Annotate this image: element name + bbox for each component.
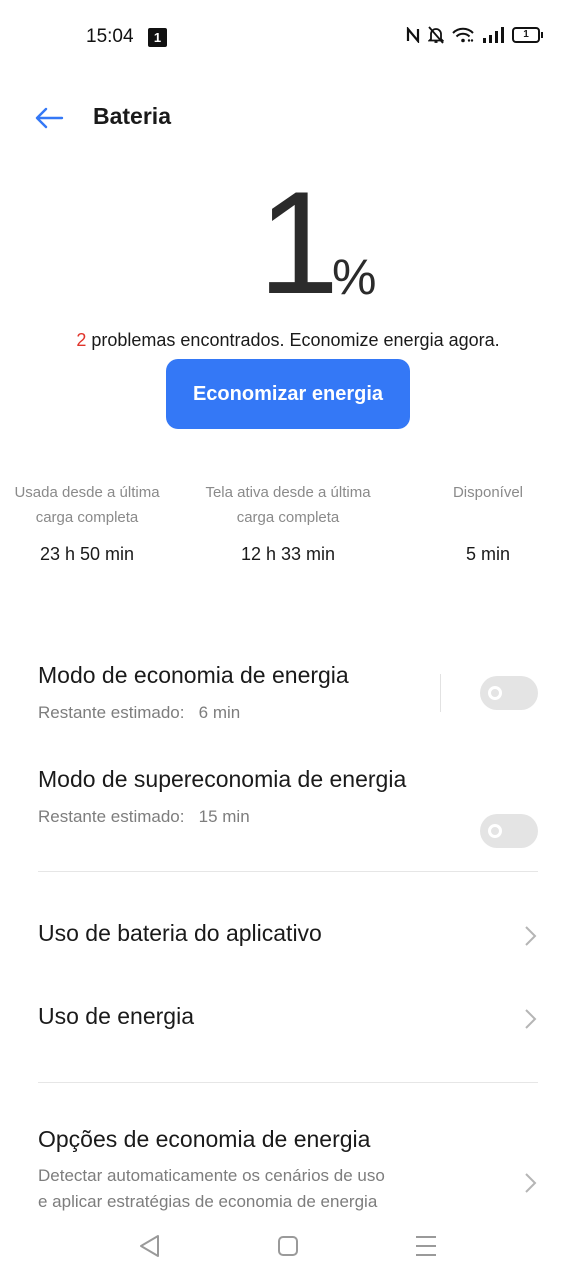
stat-label-line1: Usada desde a última bbox=[14, 484, 160, 501]
row-title: Modo de economia de energia bbox=[38, 662, 349, 688]
stat-label-line2: carga completa bbox=[35, 509, 139, 526]
menu-lines-icon[interactable] bbox=[412, 1232, 440, 1260]
stat-label: Tela ativa desde a última carga completa bbox=[193, 480, 383, 530]
stat-label: Disponível bbox=[393, 480, 576, 530]
energy-usage-row[interactable]: Uso de energia bbox=[38, 1003, 538, 1037]
row-title: Modo de supereconomia de energia bbox=[38, 766, 407, 792]
subtitle-label: Restante estimado: bbox=[38, 703, 185, 722]
stat-label-line2: carga completa bbox=[236, 509, 340, 526]
stat-label-line1: Disponível bbox=[452, 484, 524, 501]
subtitle-label: Restante estimado: bbox=[38, 807, 185, 826]
problems-message[interactable]: 2 problemas encontrados. Economize energ… bbox=[0, 330, 576, 351]
stat-label: Usada desde a última carga completa bbox=[0, 480, 182, 530]
notification-badge: 1 bbox=[148, 28, 167, 47]
battery-percent-value: 1 bbox=[258, 161, 339, 324]
bell-off-icon bbox=[428, 26, 444, 44]
chevron-right-icon bbox=[525, 1173, 537, 1193]
power-saving-options-row[interactable]: Opções de economia de energia Detectar a… bbox=[38, 1126, 508, 1214]
toggle-knob bbox=[488, 686, 502, 700]
description-line1: Detectar automaticamente os cenários de … bbox=[38, 1166, 385, 1185]
wifi-icon bbox=[452, 27, 474, 43]
power-saving-toggle[interactable] bbox=[480, 676, 538, 710]
status-icons: 1 bbox=[406, 26, 543, 44]
status-time: 15:04 bbox=[86, 26, 134, 47]
stat-label-line1: Tela ativa desde a última bbox=[205, 484, 371, 501]
stat-value: 23 h 50 min bbox=[39, 544, 135, 564]
arrow-left-icon bbox=[35, 107, 64, 129]
stat-used-since-charge: Usada desde a última carga completa 23 h… bbox=[0, 480, 182, 565]
battery-icon: 1 bbox=[512, 27, 543, 43]
signal-icon bbox=[483, 27, 504, 43]
description-line2: e aplicar estratégias de economia de ene… bbox=[38, 1192, 378, 1211]
row-title: Uso de energia bbox=[38, 1003, 194, 1029]
row-description: Detectar automaticamente os cenários de … bbox=[38, 1163, 508, 1214]
stat-label-line2 bbox=[393, 505, 576, 530]
super-power-saving-mode-row[interactable]: Modo de supereconomia de energia Restant… bbox=[38, 766, 458, 827]
stat-value: 12 h 33 min bbox=[240, 544, 336, 564]
divider bbox=[38, 871, 538, 872]
toggle-knob bbox=[488, 824, 502, 838]
problems-text: problemas encontrados. Economize energia… bbox=[86, 330, 500, 350]
save-energy-button[interactable]: Economizar energia bbox=[166, 359, 410, 429]
chevron-right-icon bbox=[525, 1009, 537, 1029]
app-battery-usage-row[interactable]: Uso de bateria do aplicativo bbox=[38, 920, 538, 954]
subtitle-value: 15 min bbox=[198, 807, 250, 826]
problems-count: 2 bbox=[76, 330, 87, 350]
stat-screen-on-since-charge: Tela ativa desde a última carga completa… bbox=[193, 480, 383, 565]
back-button[interactable] bbox=[30, 102, 70, 134]
home-square-icon[interactable] bbox=[274, 1232, 302, 1260]
divider bbox=[38, 1082, 538, 1083]
stat-available: Disponível 5 min bbox=[393, 480, 576, 565]
stat-value: 5 min bbox=[465, 544, 510, 564]
row-subtitle: Restante estimado: 6 min bbox=[38, 703, 438, 723]
battery-percent-sign: % bbox=[332, 249, 377, 305]
row-subtitle: Restante estimado: 15 min bbox=[38, 807, 458, 827]
subtitle-value: 6 min bbox=[198, 703, 241, 722]
super-power-saving-toggle[interactable] bbox=[480, 814, 538, 848]
row-title: Uso de bateria do aplicativo bbox=[38, 920, 322, 946]
power-saving-mode-row[interactable]: Modo de economia de energia Restante est… bbox=[38, 662, 438, 723]
nfc-icon bbox=[406, 27, 420, 43]
page-title: Bateria bbox=[93, 103, 171, 129]
back-triangle-icon[interactable] bbox=[136, 1232, 164, 1260]
row-title: Opções de economia de energia bbox=[38, 1126, 371, 1152]
chevron-right-icon bbox=[525, 926, 537, 946]
vertical-separator bbox=[440, 674, 441, 712]
